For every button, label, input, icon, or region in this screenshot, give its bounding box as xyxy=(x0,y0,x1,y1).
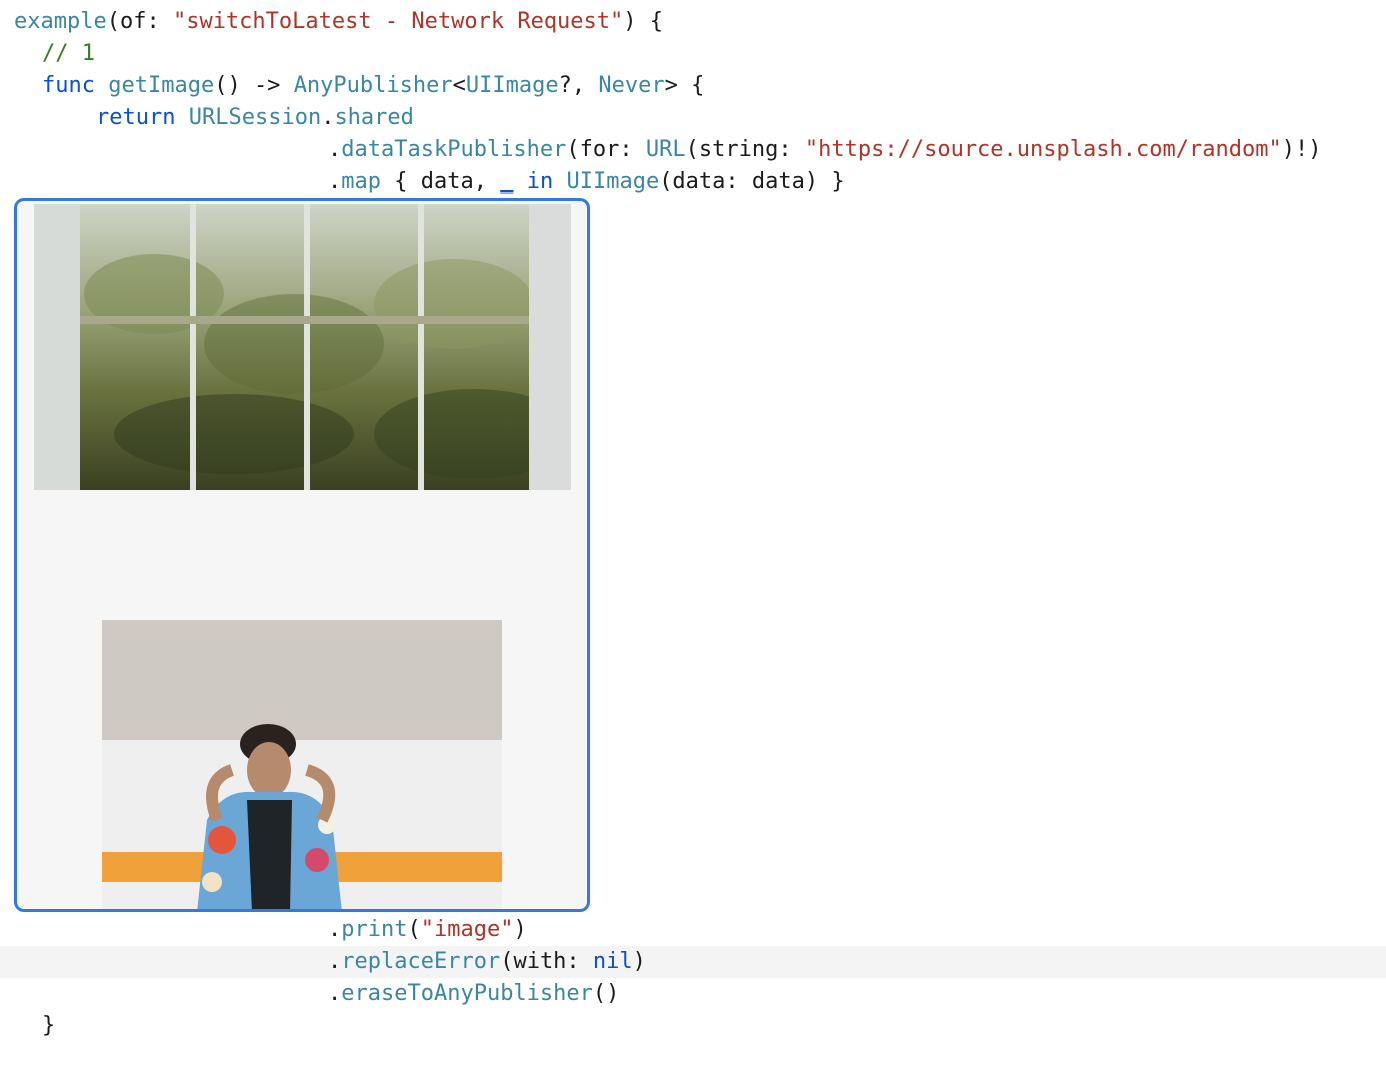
code-line-6: .map { data, _ in UIImage(data: data) } xyxy=(328,169,845,194)
code-line-4: return URLSession.shared xyxy=(96,105,414,130)
code-line-5: .dataTaskPublisher(for: URL(string: "htt… xyxy=(328,137,1322,162)
code-line-9: .eraseToAnyPublisher() xyxy=(328,981,620,1006)
man-in-jacket-photo xyxy=(102,620,502,909)
code-line-3: func getImage() -> AnyPublisher<UIImage?… xyxy=(42,73,705,98)
code-line-8-current[interactable]: .replaceError(with: nil) xyxy=(0,946,1386,978)
code-line-1: example(of: "switchToLatest - Network Re… xyxy=(14,9,664,34)
inline-result-preview[interactable] xyxy=(14,198,590,912)
get-image-func: getImage xyxy=(108,73,215,98)
greenhouse-window-photo xyxy=(34,204,571,490)
greenhouse-window-image xyxy=(34,204,571,490)
example-call: example xyxy=(14,9,107,34)
code-line-10: } xyxy=(42,1013,56,1038)
code-line-2: // 1 xyxy=(0,38,1386,70)
portrait-image xyxy=(102,620,502,909)
url-string: "https://source.unsplash.com/random" xyxy=(804,137,1282,162)
code-comment: // 1 xyxy=(42,41,95,66)
code-line-7: .print("image") xyxy=(328,917,527,942)
example-title-string: "switchToLatest - Network Request" xyxy=(172,9,624,34)
